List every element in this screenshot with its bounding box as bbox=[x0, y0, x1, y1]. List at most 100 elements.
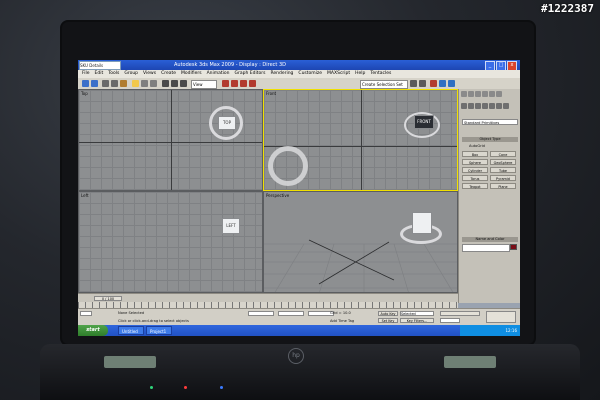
spinner-snap-icon[interactable] bbox=[249, 80, 256, 87]
object-color-swatch[interactable] bbox=[510, 244, 517, 250]
viewcube-left[interactable]: LEFT bbox=[222, 218, 240, 234]
render-setup-icon[interactable] bbox=[439, 80, 446, 87]
taskbar-item-project1[interactable]: Project1 bbox=[146, 326, 172, 335]
key-filters-button[interactable]: Key Filters... bbox=[400, 318, 434, 323]
rotate-icon[interactable] bbox=[171, 80, 178, 87]
utilities-tab-icon[interactable] bbox=[496, 91, 502, 97]
viewcube-perspective[interactable] bbox=[412, 212, 432, 234]
auto-key-button[interactable]: Auto Key bbox=[378, 311, 398, 316]
undo-icon[interactable] bbox=[82, 80, 89, 87]
key-mode-dropdown[interactable]: Selected bbox=[400, 311, 434, 316]
torus-button[interactable]: Torus bbox=[462, 175, 488, 181]
current-frame-field[interactable] bbox=[440, 318, 460, 323]
cameras-icon[interactable] bbox=[482, 103, 488, 109]
percent-snap-icon[interactable] bbox=[240, 80, 247, 87]
shapes-icon[interactable] bbox=[468, 103, 474, 109]
menu-group[interactable]: Group bbox=[124, 70, 138, 78]
primitive-category-dropdown[interactable]: Standard Primitives bbox=[462, 119, 518, 125]
menu-file[interactable]: File bbox=[82, 70, 90, 78]
tube-button[interactable]: Tube bbox=[490, 167, 516, 173]
add-time-tag[interactable]: Add Time Tag bbox=[330, 319, 354, 323]
viewport-front[interactable]: Front FRONT bbox=[263, 89, 458, 191]
x-coordinate-field[interactable] bbox=[248, 311, 274, 316]
rect-selection-icon[interactable] bbox=[150, 80, 157, 87]
space-warps-icon[interactable] bbox=[496, 103, 502, 109]
modify-tab-icon[interactable] bbox=[468, 91, 474, 97]
viewport-label-front[interactable]: Front bbox=[266, 91, 276, 96]
menu-rendering[interactable]: Rendering bbox=[270, 70, 293, 78]
sphere-button[interactable]: Sphere bbox=[462, 159, 488, 165]
laptop-logo: hp bbox=[288, 348, 304, 364]
helpers-icon[interactable] bbox=[489, 103, 495, 109]
mirror-icon[interactable] bbox=[410, 80, 417, 87]
status-bar: None Selected Click or click-and-drag to… bbox=[78, 308, 520, 326]
object-type-rollout[interactable]: Object Type bbox=[462, 137, 518, 142]
menu-edit[interactable]: Edit bbox=[95, 70, 104, 78]
bind-space-warp-icon[interactable] bbox=[120, 80, 127, 87]
reference-coordinate-dropdown[interactable]: View bbox=[191, 80, 217, 89]
menu-help[interactable]: Help bbox=[355, 70, 365, 78]
snap-toggle-icon[interactable] bbox=[222, 80, 229, 87]
select-object-icon[interactable] bbox=[132, 80, 139, 87]
scale-icon[interactable] bbox=[180, 80, 187, 87]
teapot-button[interactable]: Teapot bbox=[462, 183, 488, 189]
name-and-color-rollout[interactable]: Name and Color bbox=[462, 237, 518, 242]
hierarchy-tab-icon[interactable] bbox=[475, 91, 481, 97]
laptop-hinge-right bbox=[444, 356, 496, 368]
system-tray-clock[interactable]: 12:16 bbox=[460, 325, 520, 336]
viewport-label-left[interactable]: Left bbox=[81, 193, 89, 198]
align-icon[interactable] bbox=[419, 80, 426, 87]
menu-create[interactable]: Create bbox=[161, 70, 176, 78]
viewport-label-top[interactable]: Top bbox=[81, 91, 88, 96]
named-selection-sets-dropdown[interactable]: Create Selection Set bbox=[360, 80, 408, 89]
menu-graph-editors[interactable]: Graph Editors bbox=[235, 70, 266, 78]
move-icon[interactable] bbox=[162, 80, 169, 87]
geometry-icon[interactable] bbox=[461, 103, 467, 109]
systems-icon[interactable] bbox=[503, 103, 509, 109]
object-name-field[interactable] bbox=[462, 244, 510, 252]
menu-animation[interactable]: Animation bbox=[207, 70, 230, 78]
menu-maxscript[interactable]: MAXScript bbox=[327, 70, 350, 78]
cylinder-button[interactable]: Cylinder bbox=[462, 167, 488, 173]
viewcube-front[interactable]: FRONT bbox=[414, 115, 434, 129]
display-tab-icon[interactable] bbox=[489, 91, 495, 97]
select-by-name-icon[interactable] bbox=[141, 80, 148, 87]
angle-snap-icon[interactable] bbox=[231, 80, 238, 87]
start-button[interactable]: start bbox=[78, 325, 108, 336]
pyramid-button[interactable]: Pyramid bbox=[490, 175, 516, 181]
viewport-navigation-controls[interactable] bbox=[486, 311, 516, 323]
plane-button[interactable]: Plane bbox=[490, 183, 516, 189]
unlink-icon[interactable] bbox=[111, 80, 118, 87]
viewport-perspective[interactable]: Perspective bbox=[263, 191, 458, 293]
motion-tab-icon[interactable] bbox=[482, 91, 488, 97]
lights-icon[interactable] bbox=[475, 103, 481, 109]
menu-modifiers[interactable]: Modifiers bbox=[181, 70, 202, 78]
laptop-base bbox=[40, 344, 580, 400]
menu-tentacles[interactable]: Tentacles bbox=[370, 70, 391, 78]
box-button[interactable]: Box bbox=[462, 151, 488, 157]
selection-status: None Selected bbox=[118, 311, 145, 315]
material-editor-icon[interactable] bbox=[430, 80, 437, 87]
autogrid-checkbox[interactable]: AutoGrid bbox=[469, 144, 485, 148]
status-led bbox=[220, 386, 223, 389]
create-tab-icon[interactable] bbox=[461, 91, 467, 97]
cone-button[interactable]: Cone bbox=[490, 151, 516, 157]
maxscript-listener-field[interactable] bbox=[80, 311, 92, 316]
taskbar-item-untitled[interactable]: Untitled bbox=[118, 326, 144, 335]
render-icon[interactable] bbox=[448, 80, 455, 87]
y-coordinate-field[interactable] bbox=[278, 311, 304, 316]
viewport-top[interactable]: Top TOP bbox=[78, 89, 263, 191]
steering-wheel[interactable] bbox=[268, 146, 308, 186]
time-slider[interactable]: 0 / 100 bbox=[94, 296, 122, 301]
play-controls[interactable] bbox=[440, 311, 480, 316]
menu-views[interactable]: Views bbox=[143, 70, 156, 78]
redo-icon[interactable] bbox=[91, 80, 98, 87]
link-icon[interactable] bbox=[102, 80, 109, 87]
viewcube-top[interactable]: TOP bbox=[218, 116, 236, 130]
geosphere-button[interactable]: GeoSphere bbox=[490, 159, 516, 165]
address-field[interactable]: SKU Details bbox=[79, 61, 121, 70]
menu-customize[interactable]: Customize bbox=[298, 70, 322, 78]
viewport-left[interactable]: Left LEFT bbox=[78, 191, 263, 293]
set-key-button[interactable]: Set Key bbox=[378, 318, 398, 323]
menu-tools[interactable]: Tools bbox=[108, 70, 119, 78]
